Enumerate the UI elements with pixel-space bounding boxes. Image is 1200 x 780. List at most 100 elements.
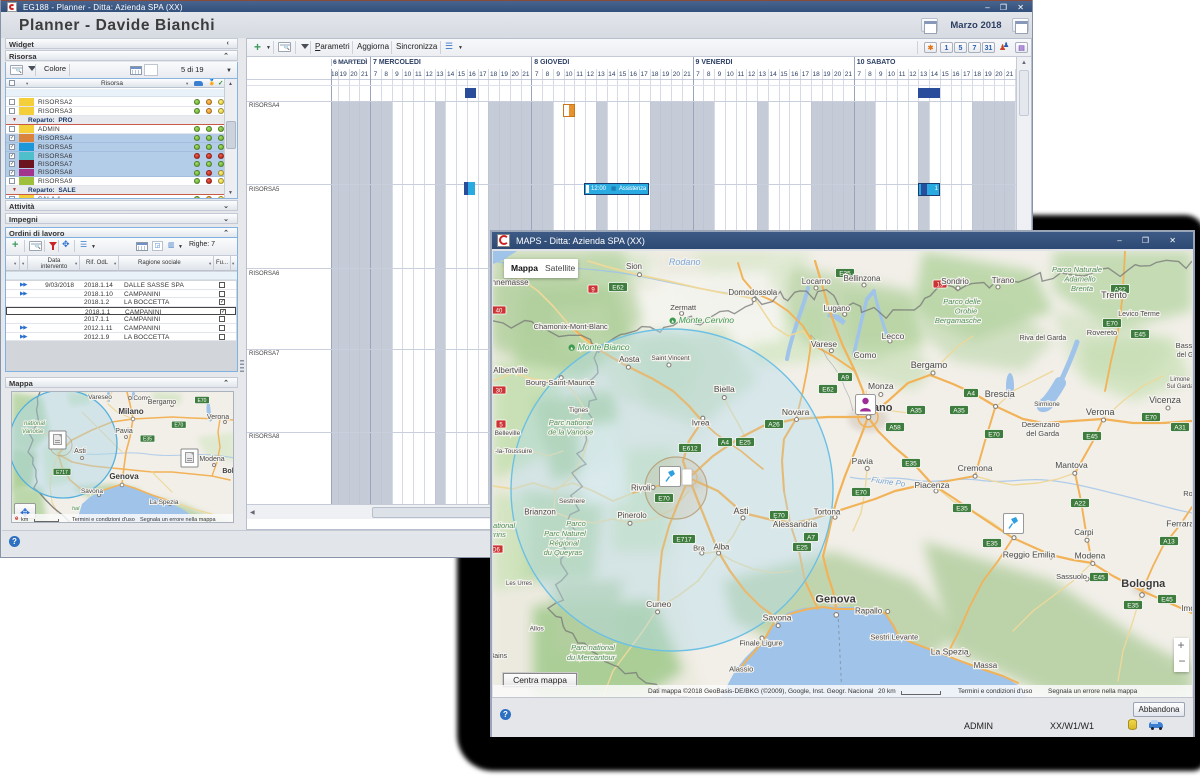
svg-text:E70: E70 [198,398,207,404]
svg-text:Bra: Bra [693,543,706,552]
svg-text:Imol: Imol [1181,604,1192,613]
svg-text:Piacenza: Piacenza [915,480,950,490]
svg-text:30: 30 [496,388,503,394]
svg-text:A35: A35 [910,408,922,415]
svg-text:E70: E70 [658,496,670,503]
svg-text:Savona: Savona [763,612,792,622]
svg-text:A22: A22 [1074,501,1086,508]
svg-text:Biella: Biella [714,384,735,394]
svg-text:La Spezia: La Spezia [150,499,179,506]
svg-text:Verona: Verona [207,414,229,421]
svg-text:La Spezia: La Spezia [931,647,969,657]
svg-text:du Queyras: du Queyras [544,548,583,557]
svg-text:Ro: Ro [1183,489,1192,498]
svg-text:Reggio Emilia: Reggio Emilia [1003,549,1056,559]
svg-text:Brescia: Brescia [985,389,1015,399]
svg-text:national: national [493,521,515,530]
svg-text:Régional: Régional [549,539,579,548]
svg-text:de la Vanoise: de la Vanoise [548,428,593,437]
svg-text:Brenta: Brenta [1071,284,1093,293]
svg-text:E62: E62 [612,285,624,292]
svg-text:Bellinzona: Bellinzona [844,274,881,283]
svg-text:Parc Naturel: Parc Naturel [544,529,586,538]
svg-text:Verona: Verona [1086,407,1115,417]
svg-text:Monza: Monza [868,381,894,391]
svg-text:Locarno: Locarno [802,277,831,286]
svg-text:Sondrio: Sondrio [941,277,969,286]
svg-text:Carpi: Carpi [1074,528,1093,537]
svg-text:Bourg-Saint-Maurice: Bourg-Saint-Maurice [526,378,595,387]
svg-text:Sestri Levante: Sestri Levante [870,632,918,641]
svg-text:40: 40 [496,308,503,314]
svg-text:Savona: Savona [81,488,103,495]
svg-text:Domodossola: Domodossola [728,288,777,297]
svg-text:Albertville: Albertville [493,366,528,375]
svg-text:E35: E35 [986,541,998,548]
svg-text:Tirano: Tirano [992,276,1015,285]
svg-text:E612: E612 [682,446,698,453]
svg-text:D6: D6 [493,547,500,553]
svg-text:Vicenza: Vicenza [1149,395,1181,405]
svg-text:A4: A4 [967,391,975,398]
svg-text:Novara: Novara [782,407,810,417]
svg-text:Genova: Genova [109,472,139,481]
svg-text:A9: A9 [841,375,849,382]
svg-text:Bol: Bol [222,468,233,475]
svg-text:Tignes: Tignes [569,407,589,414]
svg-text:E70: E70 [174,423,183,429]
svg-text:▲: ▲ [670,319,674,324]
svg-text:del Garda: del Garda [1026,429,1060,438]
svg-text:E45: E45 [1161,597,1173,604]
svg-text:Mantova: Mantova [1055,460,1088,470]
svg-text:Brianzon: Brianzon [524,508,556,517]
svg-text:Finale Ligure: Finale Ligure [739,639,782,648]
svg-text:E35: E35 [143,437,152,443]
svg-text:Zermatt: Zermatt [670,303,697,312]
svg-text:E25: E25 [739,440,751,447]
svg-text:Limone: Limone [1170,377,1190,383]
svg-text:Cremona: Cremona [958,463,993,473]
svg-text:E35: E35 [905,461,917,468]
svg-text:Massa: Massa [974,661,998,670]
svg-text:A13: A13 [1163,539,1175,546]
svg-text:Levico Terme: Levico Terme [1118,311,1160,318]
svg-text:Parco: Parco [566,519,586,528]
svg-text:-la-Toussuire: -la-Toussuire [495,448,533,455]
svg-text:Alba: Alba [713,542,730,551]
svg-text:Rivoli: Rivoli [631,484,651,493]
svg-text:Ivrea: Ivrea [692,419,710,428]
svg-text:Parc national: Parc national [571,643,615,652]
svg-text:-Bains: -Bains [493,653,508,660]
svg-text:Pavia: Pavia [115,428,133,435]
svg-text:Trento: Trento [1101,290,1127,300]
svg-text:E717: E717 [56,470,68,476]
svg-text:Asti: Asti [733,506,748,516]
svg-text:Varese: Varese [811,339,838,349]
svg-text:Belleville: Belleville [495,430,521,437]
svg-text:E717: E717 [676,537,692,544]
svg-text:E70: E70 [1145,415,1157,422]
svg-text:▲: ▲ [569,346,573,351]
svg-text:crins: crins [493,530,506,539]
svg-text:A31: A31 [1174,425,1186,432]
svg-text:Bergamasche: Bergamasche [935,316,981,325]
svg-text:Orobie: Orobie [955,307,978,316]
svg-text:E70: E70 [1106,321,1118,328]
svg-text:Monte Bianco: Monte Bianco [578,342,630,352]
svg-text:Saint Vincent: Saint Vincent [651,355,689,362]
svg-text:Ferrara: Ferrara [1166,519,1192,529]
svg-text:Rapallo: Rapallo [855,607,883,616]
svg-text:Parco delle: Parco delle [943,297,981,306]
svg-text:Les Urres: Les Urres [506,581,532,587]
svg-text:E35: E35 [1127,603,1139,610]
svg-text:Pavia: Pavia [852,456,874,466]
svg-text:Bergamo: Bergamo [148,399,177,406]
svg-text:Bergamo: Bergamo [911,360,948,370]
svg-text:Modena: Modena [199,456,224,463]
svg-text:A26: A26 [768,422,780,429]
svg-text:A35: A35 [953,408,965,415]
svg-text:del Gr.: del Gr. [1177,352,1192,359]
svg-text:Vareseo: Vareseo [88,394,112,401]
svg-text:Milano: Milano [118,407,143,416]
svg-text:Asti: Asti [74,448,86,455]
